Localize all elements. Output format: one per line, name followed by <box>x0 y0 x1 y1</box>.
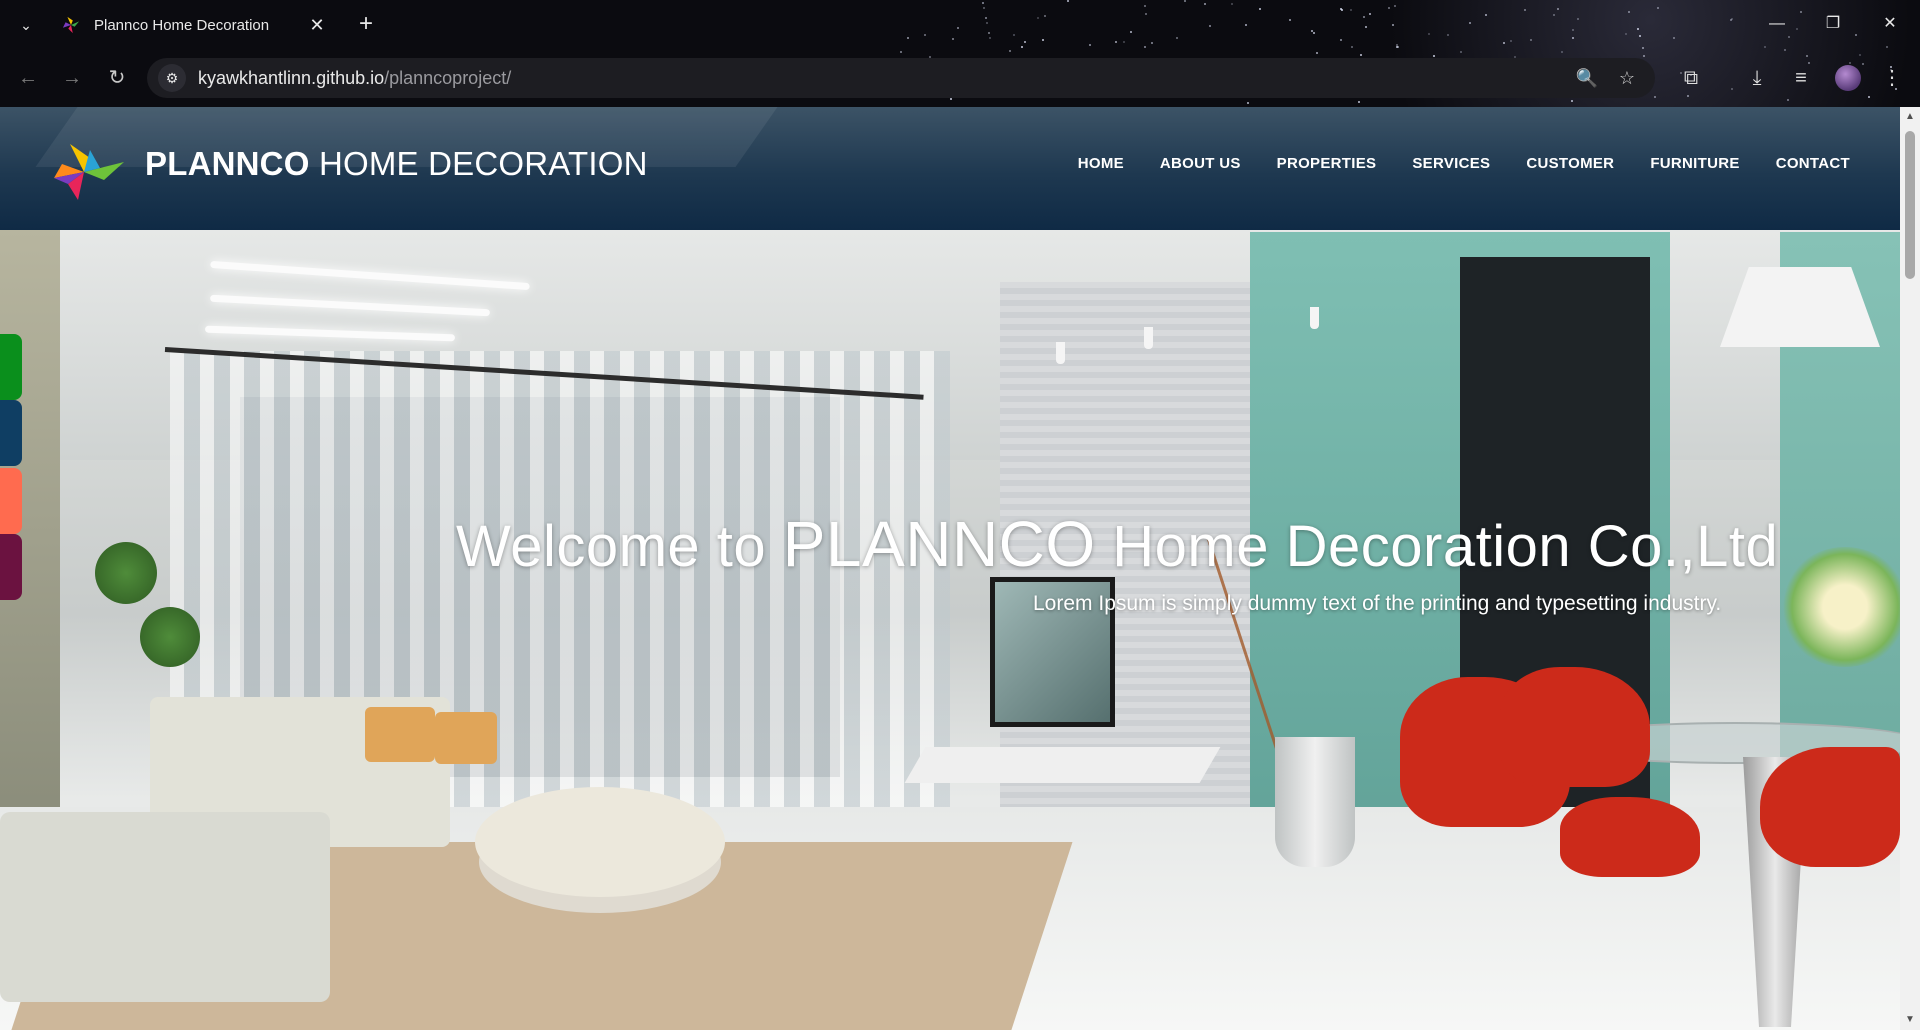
page-viewport: PLANNCO HOME DECORATION HOME ABOUT US PR… <box>0 107 1920 1030</box>
browser-toolbar: ← → ↻ ⚙ kyawkhantlinn.github.io/planncop… <box>0 52 1920 104</box>
url-text[interactable]: kyawkhantlinn.github.io/planncoproject/ <box>198 68 511 89</box>
profile-avatar[interactable] <box>1835 65 1861 91</box>
hero-title: Welcome to PLANNCO Home Decoration Co.,L… <box>456 507 1778 581</box>
topiary-plant <box>95 542 157 604</box>
nav-customer[interactable]: CUSTOMER <box>1526 155 1614 172</box>
bookmark-star-icon[interactable]: ☆ <box>1613 64 1641 92</box>
scroll-up-arrow[interactable]: ▲ <box>1900 109 1920 125</box>
address-bar[interactable]: ⚙ kyawkhantlinn.github.io/planncoproject… <box>147 58 1655 98</box>
color-swatch-navy[interactable] <box>0 400 22 466</box>
pendant-light <box>1056 342 1065 364</box>
minimize-button[interactable]: — <box>1762 10 1792 38</box>
brand-name: PLANNCO <box>145 145 310 182</box>
cushion <box>435 712 497 764</box>
plannco-logo-icon[interactable] <box>54 140 126 200</box>
tab-search-button[interactable]: ⌄ <box>14 13 38 37</box>
pendant-light <box>1144 327 1153 349</box>
pendant-light <box>1310 307 1319 329</box>
page-scrollbar[interactable]: ▲ ▼ <box>1900 107 1920 1030</box>
color-swatch-coral[interactable] <box>0 468 22 534</box>
brand-title[interactable]: PLANNCO HOME DECORATION <box>145 145 648 183</box>
red-chair <box>1560 797 1700 877</box>
cushion <box>365 707 435 762</box>
nav-contact[interactable]: CONTACT <box>1776 155 1850 172</box>
tab-close-icon[interactable]: ✕ <box>306 14 328 36</box>
nav-home[interactable]: HOME <box>1078 155 1124 172</box>
hero-title-start: Welcome to <box>456 514 783 579</box>
url-host: kyawkhantlinn.github.io <box>198 67 385 88</box>
topiary-plant <box>140 607 200 667</box>
site-info-icon[interactable]: ⚙ <box>158 64 186 92</box>
nav-furniture[interactable]: FURNITURE <box>1650 155 1739 172</box>
flower-arrangement <box>1780 547 1900 667</box>
plannco-pinwheel-icon <box>62 16 80 34</box>
ottoman <box>475 787 725 897</box>
hero-title-end: Home Decoration Co.,Ltd <box>1095 514 1779 579</box>
browser-menu-icon[interactable]: ⋮ <box>1877 63 1907 93</box>
url-path: /planncoproject/ <box>384 67 512 88</box>
scroll-down-arrow[interactable]: ▼ <box>1900 1012 1920 1028</box>
browser-chrome: ⌄ Plannco Home Decoration ✕ + — ❐ ✕ ← → … <box>0 0 1920 107</box>
restore-button[interactable]: ❐ <box>1818 10 1848 38</box>
hero-subtitle: Lorem Ipsum is simply dummy text of the … <box>1033 592 1722 615</box>
browser-window: ⌄ Plannco Home Decoration ✕ + — ❐ ✕ ← → … <box>0 0 1920 1030</box>
extensions-icon[interactable]: ⧉ <box>1676 63 1706 93</box>
new-tab-button[interactable]: + <box>352 10 380 38</box>
site-header: PLANNCO HOME DECORATION HOME ABOUT US PR… <box>0 107 1900 230</box>
tab-strip: ⌄ Plannco Home Decoration ✕ + — ❐ ✕ <box>0 0 1920 50</box>
brand-tagline: HOME DECORATION <box>309 145 648 182</box>
main-nav: HOME ABOUT US PROPERTIES SERVICES CUSTOM… <box>1078 155 1850 172</box>
tab-title: Plannco Home Decoration <box>94 16 270 34</box>
color-swatch-plum[interactable] <box>0 534 22 600</box>
nav-properties[interactable]: PROPERTIES <box>1277 155 1377 172</box>
downloads-icon[interactable]: ⤓ <box>1742 63 1772 93</box>
floor-vase <box>1275 737 1355 867</box>
sofa <box>0 812 330 1002</box>
forward-button[interactable]: → <box>56 62 88 94</box>
back-button[interactable]: ← <box>12 62 44 94</box>
close-window-button[interactable]: ✕ <box>1875 10 1905 38</box>
tv-stand <box>904 747 1221 783</box>
active-tab[interactable]: Plannco Home Decoration ✕ <box>50 6 340 44</box>
nav-about-us[interactable]: ABOUT US <box>1160 155 1241 172</box>
nav-services[interactable]: SERVICES <box>1412 155 1490 172</box>
color-swatch-green[interactable] <box>0 334 22 400</box>
red-chair <box>1760 747 1900 867</box>
zoom-icon[interactable]: 🔍 <box>1573 64 1601 92</box>
scrollbar-thumb[interactable] <box>1905 131 1915 279</box>
reload-button[interactable]: ↻ <box>101 62 133 94</box>
hero-title-brand: PLANNCO <box>782 508 1096 580</box>
red-chair <box>1500 667 1650 787</box>
media-control-icon[interactable]: ≡ <box>1786 63 1816 93</box>
